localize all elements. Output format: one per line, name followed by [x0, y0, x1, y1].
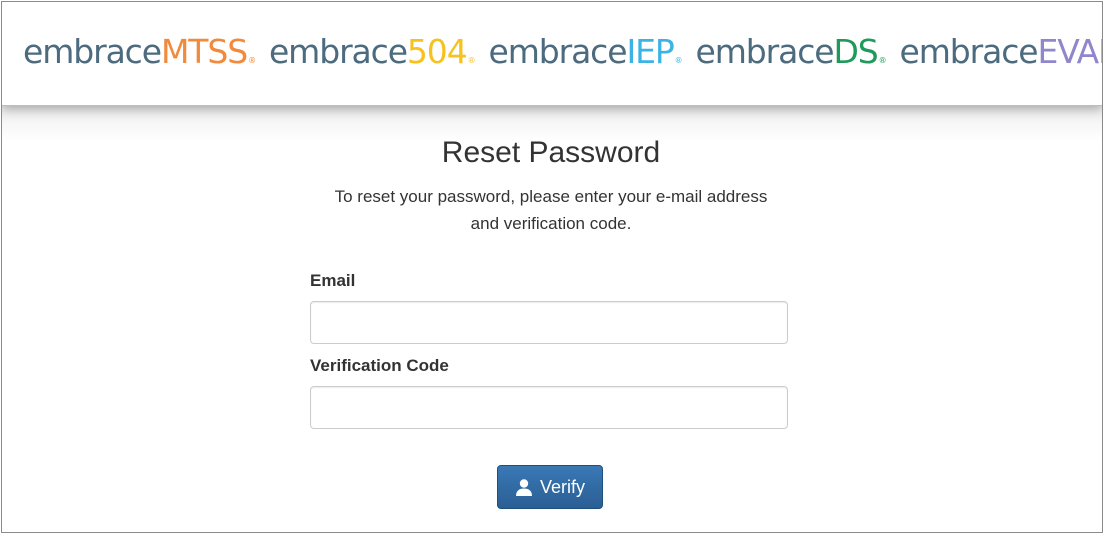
registered-mark: ® [674, 56, 683, 65]
logo-brand: EVAL [1037, 32, 1102, 71]
registered-mark: ® [467, 56, 476, 65]
logo-prefix: embrace [488, 32, 628, 71]
verification-code-label: Verification Code [310, 356, 449, 375]
email-field[interactable] [310, 301, 788, 344]
instructions-line-1: To reset your password, please enter you… [334, 187, 768, 206]
verify-button[interactable]: Verify [497, 465, 603, 509]
instructions-line-2: and verification code. [470, 214, 632, 233]
registered-mark: ® [248, 56, 256, 65]
product-logos: embraceMTSS® embrace504® embraceIEP® emb… [23, 32, 1102, 81]
page-frame: embraceMTSS® embrace504® embraceIEP® emb… [1, 1, 1103, 533]
logo-brand: MTSS [160, 32, 248, 71]
logo-brand: DS [833, 32, 878, 71]
logo-brand: 504 [406, 32, 468, 71]
instructions-text: To reset your password, please enter you… [281, 183, 821, 237]
product-banner: embraceMTSS® embrace504® embraceIEP® emb… [2, 2, 1102, 106]
registered-mark: ® [878, 56, 887, 65]
logo-embrace-504: embrace504® [268, 32, 476, 81]
logo-embrace-mtss: embraceMTSS® [23, 32, 256, 81]
logo-embrace-eval: embraceEVAL® [899, 32, 1102, 81]
page-title: Reset Password [441, 136, 661, 169]
verify-button-label: Verify [539, 476, 586, 497]
email-label: Email [310, 271, 356, 290]
logo-embrace-ds: embraceDS® [695, 32, 887, 81]
logo-embrace-iep: embraceIEP® [488, 32, 683, 81]
verification-code-field[interactable] [310, 386, 788, 429]
logo-prefix: embrace [695, 32, 835, 71]
logo-prefix: embrace [899, 32, 1039, 71]
logo-prefix: embrace [268, 32, 408, 71]
logo-brand: IEP [626, 32, 674, 71]
logo-prefix: embrace [23, 32, 162, 71]
user-icon [515, 479, 532, 496]
